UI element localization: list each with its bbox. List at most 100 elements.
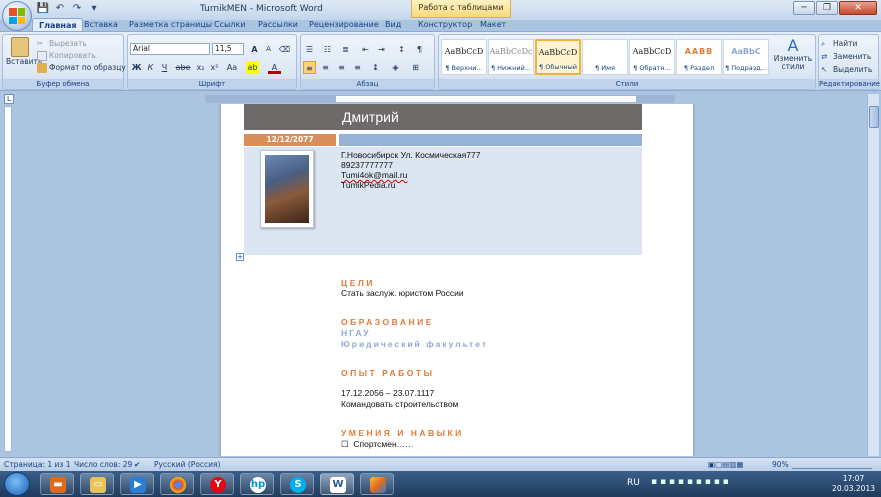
tab-references[interactable]: Ссылки: [214, 18, 245, 32]
style-normal[interactable]: AaBbCcD ¶ Обычный: [535, 39, 581, 75]
multilevel-list-icon[interactable]: ≣: [339, 43, 352, 56]
page-count[interactable]: Страница: 1 из 1: [4, 460, 71, 469]
word-count[interactable]: Число слов: 29: [74, 460, 132, 469]
sort-icon[interactable]: ↕: [395, 43, 408, 56]
clear-format-icon[interactable]: ⌫: [278, 43, 291, 56]
profile-photo[interactable]: [260, 150, 314, 228]
align-left-icon[interactable]: ≡: [303, 61, 316, 74]
view-buttons[interactable]: ▣▢▤▥▦: [708, 460, 743, 469]
language-tray[interactable]: RU: [627, 478, 640, 488]
minimize-button[interactable]: ─: [793, 1, 815, 15]
spellcheck-icon[interactable]: ✔: [134, 460, 140, 469]
italic-button[interactable]: К: [144, 61, 157, 74]
name-header[interactable]: Дмитрий: [244, 104, 642, 130]
style-footer[interactable]: AaBbCcDc ¶ Нижний...: [488, 39, 534, 75]
select-button[interactable]: ↖ Выделить: [821, 65, 872, 75]
superscript-button[interactable]: x²: [208, 61, 221, 74]
education-heading: ОБРАЗОВАНИЕ: [341, 317, 434, 327]
save-icon[interactable]: 💾: [36, 2, 50, 16]
taskbar-app-paint[interactable]: [360, 473, 394, 495]
education-school: НГАУ: [341, 328, 371, 338]
maximize-button[interactable]: ❐: [816, 1, 838, 15]
start-button[interactable]: [4, 472, 30, 496]
checkbox-bullet-icon: ☐: [341, 439, 349, 449]
subscript-button[interactable]: x₂: [194, 61, 207, 74]
zoom-slider[interactable]: [792, 461, 872, 469]
taskbar-app-yandex[interactable]: Y: [200, 473, 234, 495]
taskbar-app-chrome[interactable]: [160, 473, 194, 495]
office-button[interactable]: [2, 1, 32, 31]
taskbar-app-media[interactable]: ▬: [40, 473, 74, 495]
tray-icons[interactable]: ▪ ▪ ▪ ▪ ▪ ▪ ▪ ▪ ▪: [651, 477, 729, 487]
date-cell[interactable]: 12/12/2077: [244, 134, 336, 146]
bullets-icon[interactable]: ☰: [303, 43, 316, 56]
language-indicator[interactable]: Русский (Россия): [154, 460, 220, 469]
word-icon: W: [330, 477, 346, 493]
change-case-button[interactable]: Aa: [224, 61, 240, 74]
increase-indent-icon[interactable]: ⇥: [375, 43, 388, 56]
scrollbar-thumb[interactable]: [869, 106, 879, 128]
format-painter-button[interactable]: Формат по образцу: [37, 63, 126, 73]
style-subsection[interactable]: AaBbC ¶ Подразд...: [723, 39, 769, 75]
horizontal-ruler[interactable]: [205, 95, 675, 103]
find-button[interactable]: ⌕ Найти: [821, 39, 857, 49]
align-center-icon[interactable]: ≡: [319, 61, 332, 74]
highlight-icon[interactable]: ab: [246, 61, 259, 74]
strikethrough-button[interactable]: abe: [174, 61, 192, 74]
justify-icon[interactable]: ≡: [351, 61, 364, 74]
borders-icon[interactable]: ⊞: [409, 61, 422, 74]
style-section[interactable]: AABB ¶ Раздел: [676, 39, 722, 75]
replace-button[interactable]: ⇄ Заменить: [821, 52, 871, 62]
style-name-item[interactable]: ¶ Имя: [582, 39, 628, 75]
folder-icon: ▭: [90, 477, 106, 493]
tab-home[interactable]: Главная: [32, 18, 84, 32]
style-reverse[interactable]: AaBbCcD ¶ Обратн...: [629, 39, 675, 75]
shading-icon[interactable]: ◈: [389, 61, 402, 74]
tab-insert[interactable]: Вставка: [84, 18, 118, 32]
align-right-icon[interactable]: ≡: [335, 61, 348, 74]
font-size-select[interactable]: 11,5: [212, 43, 244, 55]
pilcrow-icon[interactable]: ¶: [413, 43, 426, 56]
change-styles-button[interactable]: A Изменить стили: [773, 37, 813, 71]
taskbar-app-player[interactable]: ▶: [120, 473, 154, 495]
ruler-toggle-button[interactable]: L: [4, 94, 14, 104]
tab-review[interactable]: Рецензирование: [309, 18, 379, 32]
vertical-ruler[interactable]: [4, 106, 12, 452]
photo-image: [265, 155, 309, 223]
line-spacing-icon[interactable]: ↨: [369, 61, 382, 74]
redo-icon[interactable]: ↷: [70, 2, 84, 16]
tab-design[interactable]: Конструктор: [418, 18, 472, 32]
shrink-font-button[interactable]: A: [262, 43, 275, 56]
close-button[interactable]: ✕: [839, 1, 877, 15]
style-header[interactable]: AaBbCcD ¶ Верхни...: [441, 39, 487, 75]
taskbar-app-explorer[interactable]: ▭: [80, 473, 114, 495]
tab-page-layout[interactable]: Разметка страницы: [129, 18, 212, 32]
paste-label: Вставить: [6, 57, 43, 66]
taskbar-app-word[interactable]: W: [320, 473, 354, 495]
clock[interactable]: 17:07 20.03.2013: [832, 474, 875, 494]
customize-icon[interactable]: ▾: [87, 2, 101, 16]
underline-button[interactable]: Ч: [158, 61, 171, 74]
tab-view[interactable]: Вид: [385, 18, 401, 32]
cut-button[interactable]: ✂ Вырезать: [37, 39, 87, 49]
table-move-handle[interactable]: +: [236, 253, 244, 261]
zoom-level[interactable]: 90%: [772, 460, 789, 469]
clipboard-group: Вставить ✂ Вырезать Копировать Формат по …: [2, 34, 126, 90]
clock-time: 17:07: [842, 474, 865, 483]
font-name-select[interactable]: Arial: [130, 43, 210, 55]
grow-font-button[interactable]: A: [248, 43, 261, 56]
vertical-scrollbar[interactable]: [867, 94, 879, 456]
tab-mailings[interactable]: Рассылки: [258, 18, 298, 32]
website-text: TumikPedia.ru: [341, 180, 396, 190]
bold-button[interactable]: Ж: [130, 61, 143, 74]
undo-icon[interactable]: ↶: [53, 2, 67, 16]
replace-icon: ⇄: [821, 52, 828, 61]
decrease-indent-icon[interactable]: ⇤: [359, 43, 372, 56]
paste-button[interactable]: Вставить: [6, 37, 43, 67]
numbering-icon[interactable]: ☷: [321, 43, 334, 56]
taskbar-app-hp[interactable]: hp: [240, 473, 274, 495]
taskbar-app-skype[interactable]: S: [280, 473, 314, 495]
font-color-icon[interactable]: A: [268, 61, 281, 74]
tab-layout[interactable]: Макет: [480, 18, 506, 32]
copy-button[interactable]: Копировать: [37, 51, 96, 61]
